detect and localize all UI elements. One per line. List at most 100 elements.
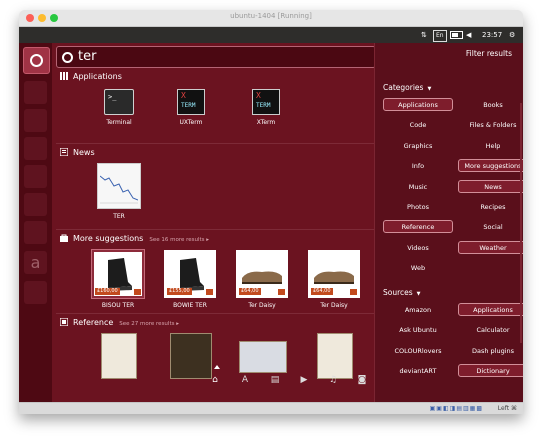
divider xyxy=(56,313,374,314)
video-lens-icon[interactable]: ▶ xyxy=(298,375,310,385)
filter-weather[interactable]: Weather xyxy=(458,240,523,254)
filter-books[interactable]: Books xyxy=(458,98,523,111)
suggestion-tile[interactable]: £155,00 BOWIE TER xyxy=(158,250,222,310)
launcher-item[interactable] xyxy=(24,193,47,216)
cart-icon xyxy=(206,289,213,295)
dash-home-button[interactable] xyxy=(23,47,50,74)
ubuntu-logo-icon xyxy=(30,54,43,67)
keyboard-indicator[interactable]: En xyxy=(433,30,447,42)
filter-recipes[interactable]: Recipes xyxy=(458,200,523,213)
filter-graphics[interactable]: Graphics xyxy=(383,139,453,152)
filter-scrollbar[interactable] xyxy=(520,103,522,343)
filter-panel: Filter results Categories ▼ Applications B… xyxy=(374,43,523,402)
vm-titlebar: ubuntu-1404 [Running] xyxy=(19,10,523,27)
news-icon xyxy=(59,147,69,157)
cart-icon xyxy=(278,289,285,295)
suggestions-header: More suggestions See 16 more results ▸ xyxy=(60,233,209,245)
news-tile[interactable]: TER xyxy=(87,163,151,221)
home-lens-icon[interactable]: ⌂ xyxy=(209,375,221,385)
vm-statusbar: ▣▣◧◨▤▥▦▩ Left ⌘ xyxy=(19,402,523,414)
launcher-item[interactable] xyxy=(24,221,47,244)
product-image: £64,00 xyxy=(236,250,288,298)
filter-info[interactable]: Info xyxy=(383,159,453,172)
news-header: News xyxy=(59,147,95,159)
filter-calculator[interactable]: Calculator xyxy=(458,323,523,336)
top-panel: ⇅ En ◀ 23:57 ⚙ xyxy=(19,27,523,43)
app-tile-terminal[interactable]: Terminal xyxy=(87,89,151,127)
suggestions-more-link[interactable]: See 16 more results ▸ xyxy=(149,237,209,243)
filter-reference[interactable]: Reference xyxy=(383,220,453,234)
gear-icon[interactable]: ⚙ xyxy=(509,30,515,40)
network-icon[interactable]: ⇅ xyxy=(421,30,427,40)
filter-social[interactable]: Social xyxy=(458,220,523,233)
cart-icon xyxy=(350,289,357,295)
window-title: ubuntu-1404 [Running] xyxy=(230,12,312,20)
applications-lens-icon[interactable]: A xyxy=(239,375,251,385)
amazon-launcher-icon[interactable]: a xyxy=(24,251,47,274)
reference-icon xyxy=(59,317,69,327)
filter-dash-plugins[interactable]: Dash plugins xyxy=(458,344,523,357)
reference-thumbnail xyxy=(101,333,137,379)
launcher-item[interactable] xyxy=(24,109,47,132)
uxterm-icon: X TERM xyxy=(177,89,205,115)
photo-lens-icon[interactable]: ◙ xyxy=(356,375,368,385)
lens-bar: ⌂ A ▤ ▶ ♫ ◙ ✉ xyxy=(202,373,392,391)
filter-photos[interactable]: Photos xyxy=(383,200,453,213)
terminal-icon xyxy=(104,89,134,115)
search-icon xyxy=(62,52,73,63)
search-box[interactable] xyxy=(56,46,376,68)
filter-code[interactable]: Code xyxy=(383,118,453,131)
filter-colourlovers[interactable]: COLOURlovers xyxy=(383,344,453,357)
applications-lens-icon xyxy=(60,72,68,80)
battery-icon[interactable] xyxy=(450,31,463,39)
filter-amazon[interactable]: Amazon xyxy=(383,303,453,316)
sources-header[interactable]: Sources ▼ xyxy=(383,288,421,297)
reference-thumbnail xyxy=(239,341,287,373)
reference-tile[interactable] xyxy=(87,333,151,379)
app-tile-uxterm[interactable]: X TERM UXTerm xyxy=(159,89,223,127)
filter-applications[interactable]: Applications xyxy=(383,98,453,111)
suggestion-tile[interactable]: £64,00 Ter Daisy xyxy=(230,250,294,310)
filter-news[interactable]: News xyxy=(458,179,523,193)
filter-dictionary[interactable]: Dictionary xyxy=(458,364,523,378)
launcher-item[interactable] xyxy=(24,137,47,160)
launcher: a xyxy=(19,43,52,402)
results-pane: Applications Terminal XTERM UXTerm XTERM… xyxy=(52,43,392,402)
filter-web[interactable]: Web xyxy=(383,261,453,274)
product-image: £155,00 xyxy=(164,250,216,298)
divider xyxy=(56,143,374,144)
filter-results-toggle[interactable]: Filter results xyxy=(466,49,512,58)
volume-icon[interactable]: ◀ xyxy=(466,30,471,40)
news-thumbnail xyxy=(97,163,141,209)
vm-device-icons[interactable]: ▣▣◧◨▤▥▦▩ xyxy=(430,405,483,413)
dash: Applications Terminal XTERM UXTerm XTERM… xyxy=(52,43,523,402)
guest-screen: ⇅ En ◀ 23:57 ⚙ a ter Applications >_ Ter… xyxy=(19,27,523,402)
filter-music[interactable]: Music xyxy=(383,180,453,193)
filter-deviantart[interactable]: deviantART xyxy=(383,364,453,377)
clock[interactable]: 23:57 xyxy=(482,30,502,40)
reference-tile[interactable] xyxy=(231,333,295,373)
reference-more-link[interactable]: See 27 more results ▸ xyxy=(119,321,179,327)
suggestion-tile[interactable]: £160,00 BISOU TER xyxy=(86,249,150,310)
launcher-item[interactable] xyxy=(24,165,47,188)
filter-help[interactable]: Help xyxy=(458,139,523,152)
music-lens-icon[interactable]: ♫ xyxy=(327,375,339,385)
vm-window: ubuntu-1404 [Running] ⇅ En ◀ 23:57 ⚙ a t… xyxy=(19,10,523,414)
files-lens-icon[interactable]: ▤ xyxy=(269,375,281,385)
filter-ask-ubuntu[interactable]: Ask Ubuntu xyxy=(383,323,453,336)
active-lens-indicator xyxy=(214,365,220,369)
filter-files-folders[interactable]: Files & Folders xyxy=(458,118,523,131)
host-key-indicator: Left ⌘ xyxy=(497,405,517,412)
divider xyxy=(56,229,374,230)
app-tile-xterm[interactable]: X TERM XTerm xyxy=(234,89,298,127)
reference-header: Reference See 27 more results ▸ xyxy=(59,317,179,329)
suggestion-tile[interactable]: £64,00 Ter Daisy xyxy=(302,250,366,310)
launcher-item[interactable] xyxy=(24,81,47,104)
settings-launcher-icon[interactable] xyxy=(24,281,47,304)
filter-videos[interactable]: Videos xyxy=(383,241,453,254)
search-input[interactable] xyxy=(78,48,358,65)
cart-icon xyxy=(134,289,141,295)
filter-more-suggestions[interactable]: More suggestions xyxy=(458,159,523,173)
filter-applications[interactable]: Applications xyxy=(458,303,523,316)
categories-header[interactable]: Categories ▼ xyxy=(383,83,431,92)
